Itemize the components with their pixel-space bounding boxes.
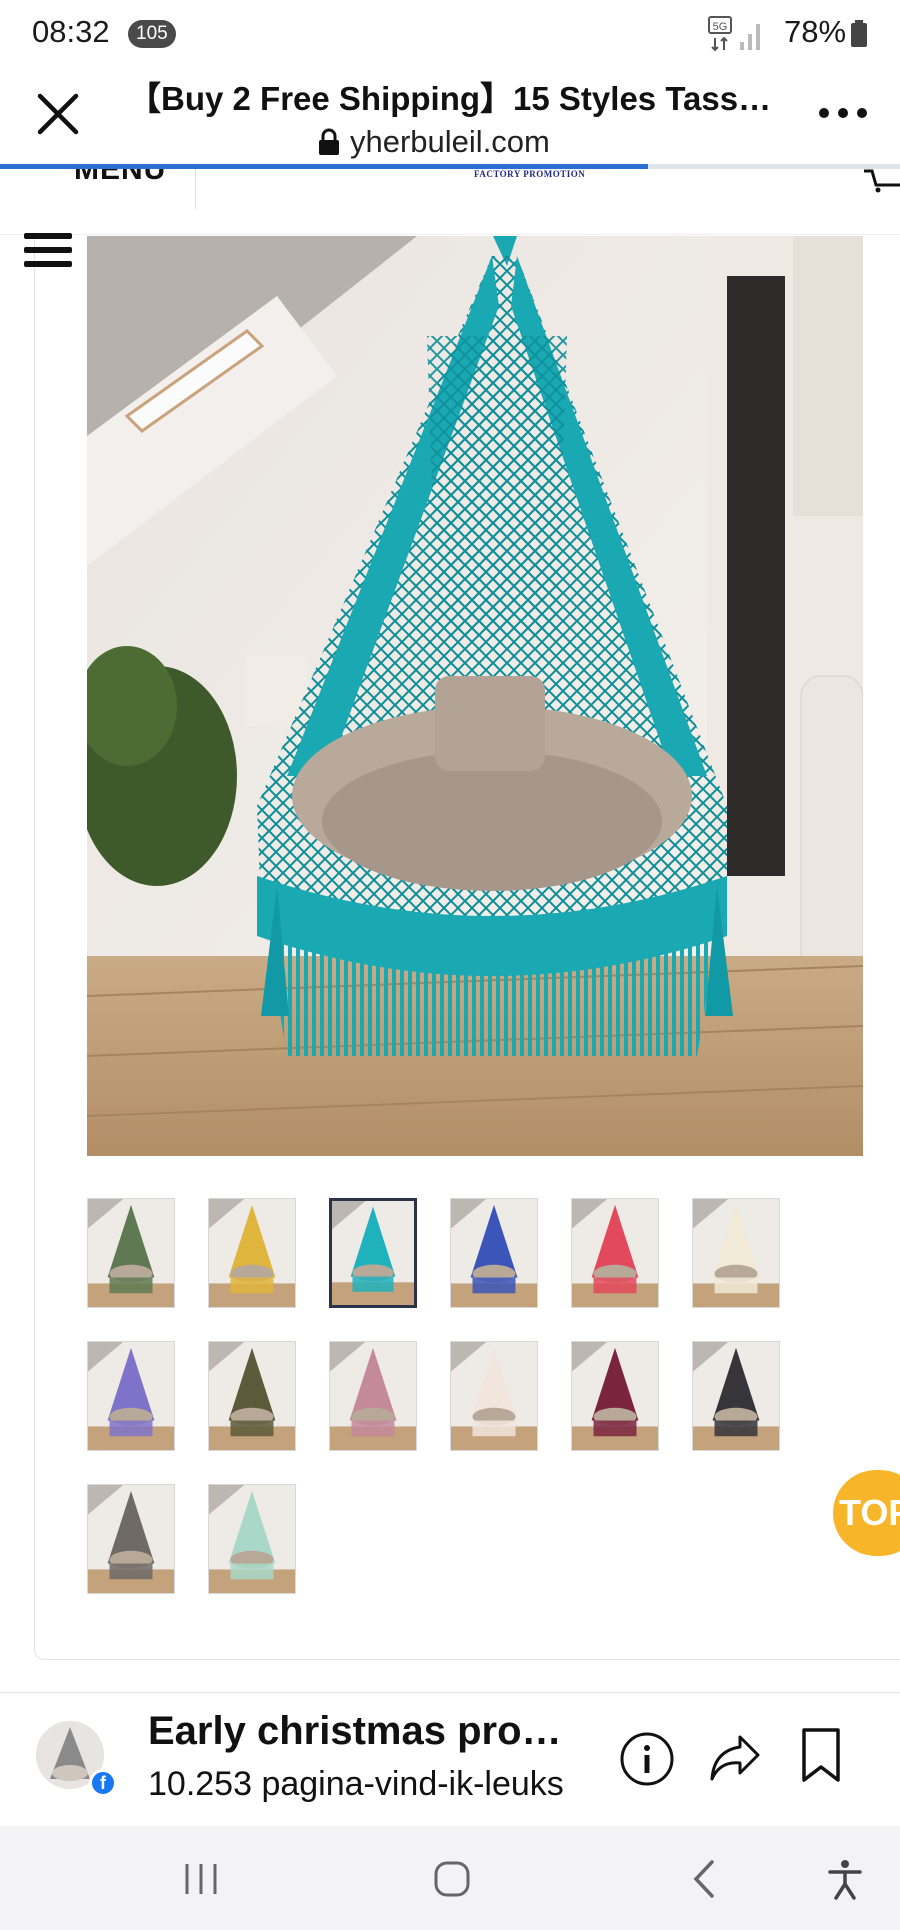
svg-text:5G: 5G bbox=[713, 21, 728, 33]
clock: 08:32 bbox=[32, 14, 110, 49]
product-thumbnail[interactable] bbox=[450, 1341, 538, 1451]
battery-icon bbox=[851, 20, 867, 47]
facebook-ad-bar[interactable]: f Early christmas pro… 10.253 pagina-vin… bbox=[0, 1692, 900, 1826]
home-icon[interactable] bbox=[429, 1856, 475, 1902]
logo-tagline: FACTORY PROMOTION bbox=[474, 169, 586, 179]
share-icon[interactable] bbox=[708, 1731, 762, 1785]
browser-toolbar: 【Buy 2 Free Shipping】15 Styles Tass… yhe… bbox=[0, 68, 900, 168]
product-thumbnail[interactable] bbox=[692, 1198, 780, 1308]
lock-icon bbox=[319, 128, 339, 155]
back-icon[interactable] bbox=[682, 1856, 728, 1902]
product-main-image[interactable] bbox=[87, 236, 863, 1156]
page-title: 【Buy 2 Free Shipping】15 Styles Tass… bbox=[128, 80, 772, 117]
header-divider bbox=[195, 169, 196, 209]
ad-page-likes: 10.253 pagina-vind-ik-leuks bbox=[148, 1765, 564, 1803]
notification-count-badge: 105 bbox=[128, 20, 176, 48]
signal-5g-icon: 5G bbox=[708, 16, 760, 52]
info-icon[interactable] bbox=[619, 1731, 675, 1787]
more-options-icon[interactable] bbox=[816, 98, 870, 128]
recent-apps-icon[interactable] bbox=[178, 1856, 224, 1902]
battery-percent: 78% bbox=[784, 14, 847, 49]
site-header: MENU FACTORY PROMOTION bbox=[0, 169, 900, 235]
product-thumbnail[interactable] bbox=[208, 1341, 296, 1451]
product-thumbnail[interactable] bbox=[87, 1484, 175, 1594]
ad-page-name[interactable]: Early christmas pro… bbox=[148, 1709, 588, 1754]
url-text: yherbuleil.com bbox=[350, 124, 550, 159]
product-thumbnail[interactable] bbox=[692, 1341, 780, 1451]
product-thumbnail[interactable] bbox=[329, 1341, 417, 1451]
product-thumbnail[interactable] bbox=[208, 1484, 296, 1594]
system-navigation-bar bbox=[0, 1826, 900, 1930]
bookmark-icon[interactable] bbox=[800, 1727, 842, 1783]
hamburger-menu-icon[interactable] bbox=[24, 233, 72, 273]
product-thumbnail[interactable] bbox=[208, 1198, 296, 1308]
product-thumbnail[interactable] bbox=[87, 1198, 175, 1308]
product-thumbnail[interactable] bbox=[87, 1341, 175, 1451]
product-thumbnail[interactable] bbox=[450, 1198, 538, 1308]
menu-label[interactable]: MENU bbox=[74, 169, 166, 187]
product-thumbnail[interactable] bbox=[329, 1198, 417, 1308]
address-bar[interactable]: yherbuleil.com bbox=[318, 122, 550, 162]
status-bar: 08:32 105 5G 78% bbox=[0, 0, 900, 68]
close-icon[interactable] bbox=[34, 90, 82, 138]
product-thumbnail[interactable] bbox=[571, 1198, 659, 1308]
accessibility-icon[interactable] bbox=[822, 1856, 868, 1902]
product-thumbnail[interactable] bbox=[571, 1341, 659, 1451]
facebook-icon: f bbox=[89, 1769, 117, 1797]
cart-icon[interactable] bbox=[862, 169, 900, 193]
